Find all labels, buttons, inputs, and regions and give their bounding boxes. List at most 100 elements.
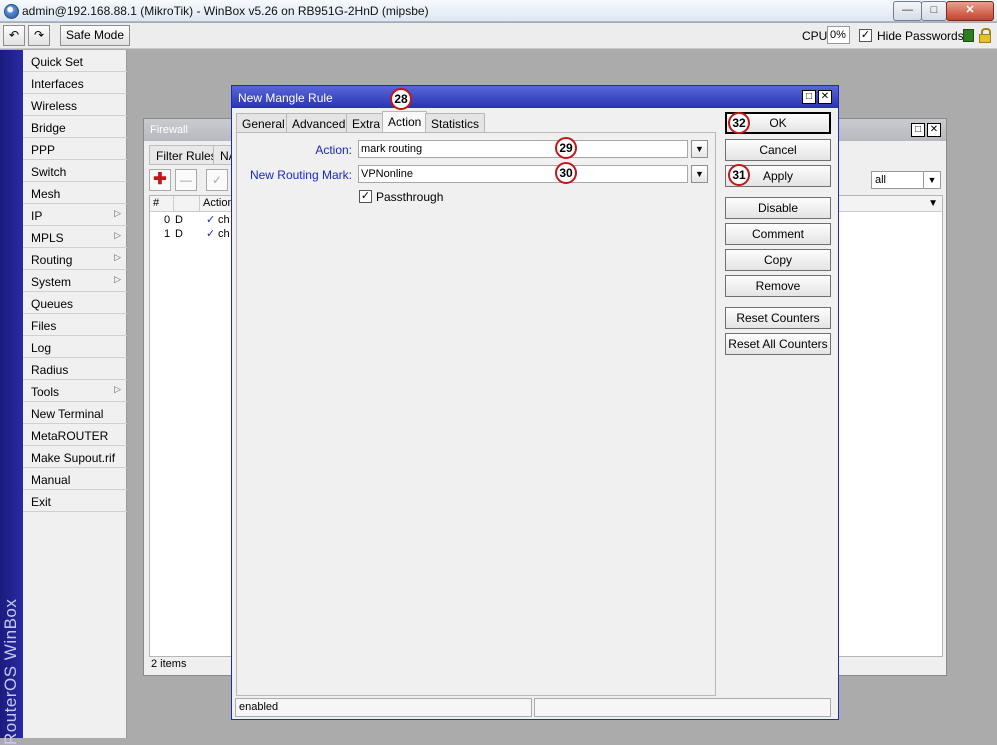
maximize-icon: □	[930, 4, 938, 16]
sidebar-item-tools[interactable]: Tools ▷	[23, 380, 127, 402]
sidebar-item-interfaces[interactable]: Interfaces	[23, 72, 127, 94]
action-label: Action:	[315, 143, 352, 157]
dialog-maximize-button[interactable]: □	[802, 90, 816, 104]
minus-icon: —	[180, 173, 192, 187]
table-row[interactable]: 1 D ✓ ch	[150, 228, 240, 242]
sidebar-item-label: Mesh	[31, 187, 61, 201]
submenu-arrow-icon: ▷	[114, 208, 121, 218]
main-toolbar: ↶ ↷ Safe Mode CPU: 0% ✓ Hide Passwords	[0, 23, 997, 49]
step-badge-routing-mark: 30	[555, 162, 577, 184]
tab-extra[interactable]: Extra	[346, 113, 387, 132]
sidebar-item-quick-set[interactable]: Quick Set	[23, 50, 127, 72]
sidebar-item-label: System	[31, 275, 72, 289]
chevron-down-icon: ▼	[695, 144, 704, 154]
sidebar-item-metarouter[interactable]: MetaROUTER	[23, 424, 127, 446]
column-header-flag[interactable]	[174, 196, 200, 212]
accept-check-icon: ✓	[206, 228, 216, 240]
sidebar-item-mesh[interactable]: Mesh	[23, 182, 127, 204]
safe-mode-button[interactable]: Safe Mode	[60, 25, 130, 46]
close-icon: ✕	[965, 4, 975, 16]
hide-passwords-checkbox[interactable]: ✓	[859, 29, 872, 42]
close-icon: ✕	[929, 124, 939, 135]
step-badge-action: 29	[555, 137, 577, 159]
enable-rule-button[interactable]: ✓	[206, 169, 228, 191]
remove-rule-button[interactable]: —	[175, 169, 197, 191]
new-routing-mark-input[interactable]: VPNonline	[358, 165, 688, 183]
sidebar-item-radius[interactable]: Radius	[23, 358, 127, 380]
item-count: 2 items	[151, 658, 187, 670]
accept-check-icon: ✓	[206, 214, 216, 226]
step-badge-tab: 28	[390, 88, 412, 110]
sidebar-item-files[interactable]: Files	[23, 314, 127, 336]
action-select[interactable]: mark routing	[358, 140, 688, 158]
action-tab-panel: Action: mark routing ▼ New Routing Mark:…	[236, 132, 716, 696]
copy-button[interactable]: Copy	[725, 249, 831, 271]
undo-button[interactable]: ↶	[3, 25, 25, 46]
add-rule-button[interactable]: ✚	[149, 169, 171, 191]
sidebar-item-make-supout-rif[interactable]: Make Supout.rif	[23, 446, 127, 468]
submenu-arrow-icon: ▷	[114, 384, 121, 394]
sidebar-item-log[interactable]: Log	[23, 336, 127, 358]
status-bar-state: enabled	[235, 698, 532, 717]
firewall-maximize-button[interactable]: □	[911, 123, 925, 137]
checkmark-icon: ✓	[860, 29, 871, 41]
sidebar-item-ppp[interactable]: PPP	[23, 138, 127, 160]
remove-button[interactable]: Remove	[725, 275, 831, 297]
sidebar-item-exit[interactable]: Exit	[23, 490, 127, 512]
tab-advanced[interactable]: Advanced	[286, 113, 352, 132]
sidebar-item-label: Tools	[31, 385, 60, 399]
submenu-arrow-icon: ▷	[114, 252, 121, 262]
filter-select[interactable]: all ▼	[871, 171, 941, 189]
maximize-button[interactable]: □	[921, 1, 947, 21]
sidebar-item-wireless[interactable]: Wireless	[23, 94, 127, 116]
firewall-close-button[interactable]: ✕	[927, 123, 941, 137]
sidebar-item-label: Files	[31, 319, 57, 333]
sidebar-item-label: Interfaces	[31, 77, 84, 91]
column-header-number[interactable]: #	[150, 196, 174, 212]
column-options[interactable]: ▼	[830, 196, 942, 212]
minimize-button[interactable]: —	[893, 1, 922, 21]
sidebar-item-label: Manual	[31, 473, 71, 487]
disable-button[interactable]: Disable	[725, 197, 831, 219]
reset-counters-button[interactable]: Reset Counters	[725, 307, 831, 329]
chevron-down-icon: ▼	[923, 172, 940, 188]
routing-mark-dropdown-button[interactable]: ▼	[691, 165, 708, 183]
redo-button[interactable]: ↷	[28, 25, 50, 46]
sidebar-item-mpls[interactable]: MPLS ▷	[23, 226, 127, 248]
plus-icon: ✚	[153, 171, 167, 188]
sidebar-item-queues[interactable]: Queues	[23, 292, 127, 314]
row-flag: D	[175, 228, 183, 240]
row-flag: D	[175, 214, 183, 226]
dialog-title: New Mangle Rule	[238, 91, 333, 105]
passthrough-checkbox[interactable]: ✓	[359, 190, 372, 203]
row-action: ch	[218, 214, 230, 226]
row-number: 0	[164, 214, 171, 226]
dialog-close-button[interactable]: ✕	[818, 90, 832, 104]
maximize-icon: □	[914, 124, 922, 135]
sidebar-item-routing[interactable]: Routing ▷	[23, 248, 127, 270]
sidebar-item-system[interactable]: System ▷	[23, 270, 127, 292]
tab-statistics[interactable]: Statistics	[425, 113, 486, 132]
filter-select-value: all	[875, 174, 887, 186]
close-button[interactable]: ✕	[946, 1, 994, 21]
reset-all-counters-button[interactable]: Reset All Counters	[725, 333, 831, 355]
tab-general[interactable]: General	[236, 113, 291, 132]
action-dropdown-button[interactable]: ▼	[691, 140, 708, 158]
table-row[interactable]: 0 D ✓ ch	[150, 214, 240, 228]
sidebar-item-label: Queues	[31, 297, 74, 311]
lock-icon	[979, 28, 991, 43]
cancel-button[interactable]: Cancel	[725, 139, 831, 161]
redo-icon: ↷	[33, 28, 45, 42]
comment-button[interactable]: Comment	[725, 223, 831, 245]
sidebar-item-switch[interactable]: Switch	[23, 160, 127, 182]
sidebar-item-ip[interactable]: IP ▷	[23, 204, 127, 226]
sidebar-item-label: Switch	[31, 165, 67, 179]
sidebar-item-new-terminal[interactable]: New Terminal	[23, 402, 127, 424]
sidebar-item-manual[interactable]: Manual	[23, 468, 127, 490]
sidebar-item-label: Exit	[31, 495, 52, 509]
sidebar-item-label: IP	[31, 209, 43, 223]
sidebar-item-label: New Terminal	[31, 407, 104, 421]
sidebar-item-bridge[interactable]: Bridge	[23, 116, 127, 138]
sidebar-item-label: Wireless	[31, 99, 78, 113]
tab-action[interactable]: Action	[382, 111, 428, 133]
